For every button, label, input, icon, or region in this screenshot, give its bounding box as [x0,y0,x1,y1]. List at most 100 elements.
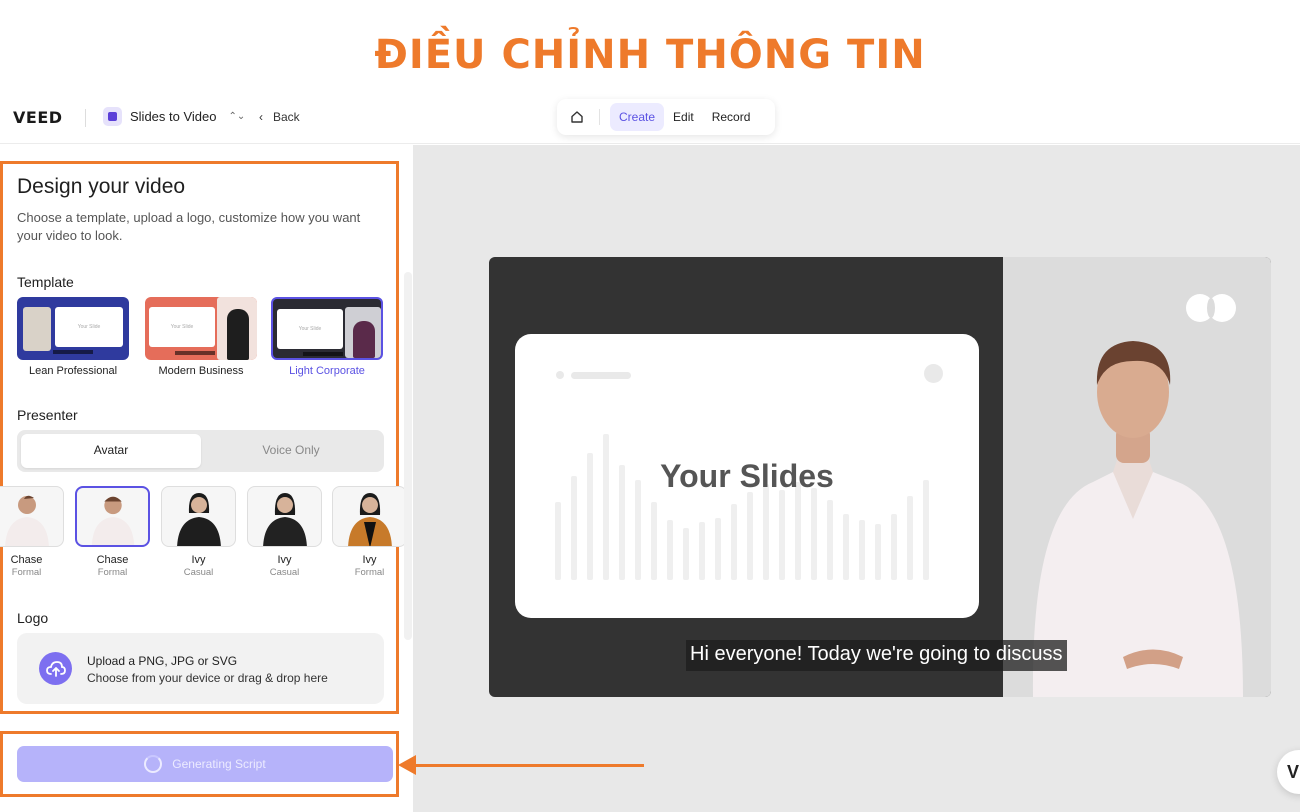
wave-bar [699,522,705,580]
wave-bar [827,500,833,580]
panel-description: Choose a template, upload a logo, custom… [17,210,361,243]
presenter-pane [1003,257,1271,697]
upload-title: Upload a PNG, JPG or SVG [87,654,238,668]
back-button[interactable]: ‹ Back [259,110,300,124]
chevron-updown-icon: ⌃⌄ [228,111,246,122]
wave-bar [763,484,769,580]
annotation-arrowhead [398,755,416,775]
presenter-avatar [263,493,307,546]
wave-bar [907,496,913,580]
slides-icon [103,107,122,126]
wave-bar [859,520,865,580]
veed-logo[interactable]: VEED [13,108,63,127]
cloud-upload-icon [39,652,72,685]
chevron-left-icon: ‹ [259,110,263,124]
mini-caption [53,350,93,354]
slide-dot [556,371,564,379]
wave-bar [747,492,753,580]
presenter-card[interactable] [75,486,150,547]
segment-avatar[interactable]: Avatar [21,443,201,457]
presenter-figure [227,309,249,360]
slide-bar [571,372,631,379]
subtitle-caption: Hi everyone! Today we're going to discus… [686,640,1067,671]
presenter-name: Ivy [277,554,292,566]
banner-title: ĐIỀU CHỈNH THÔNG TIN [374,32,926,78]
slide-title: Your Slides [660,458,834,494]
banner: ĐIỀU CHỈNH THÔNG TIN [0,0,1300,96]
home-icon[interactable] [561,103,593,131]
tab-create[interactable]: Create [610,103,665,131]
presenter-label: Presenter [17,407,78,423]
annotation-arrow [414,764,644,767]
presenter-avatar [177,493,221,546]
presenter-card[interactable] [0,486,64,547]
presenter-style: Formal [354,567,385,578]
presenter-avatar [348,493,392,546]
template-lean-professional[interactable]: Your Slide [17,297,129,360]
wave-bar [843,514,849,580]
template-light-corporate[interactable]: Your Slide [271,297,383,360]
mini-slide: Your Slide [55,307,123,347]
presenter-style: Formal [97,567,128,578]
template-label: Template [17,274,74,290]
presenter-avatar [91,496,135,545]
wave-bar [731,504,737,580]
wave-bar [555,502,561,580]
project-switcher[interactable]: Slides to Video ⌃⌄ [103,107,245,126]
mini-caption [175,351,215,355]
back-label: Back [273,110,300,124]
presenter-video [1032,341,1243,697]
segment-voice-only[interactable]: Voice Only [201,443,381,457]
divider [599,109,600,125]
presenter-style: Formal [11,567,42,578]
mini-slide: Your Slide [277,309,343,349]
wave-bar [683,528,689,580]
template-modern-business[interactable]: Your Slide [145,297,257,360]
tab-record[interactable]: Record [703,103,760,131]
wave-bar [715,518,721,580]
video-preview[interactable]: Your Slides Hi everyone! Today we're goi… [489,257,1271,697]
template-name: Light Corporate [289,365,365,377]
slide-circle [924,364,943,383]
project-name: Slides to Video [130,109,217,124]
wave-bar [635,480,641,580]
top-bar: VEED Slides to Video ⌃⌄ ‹ Back Create Ed… [0,96,1300,144]
presenter-card[interactable] [247,486,322,547]
presenter-card[interactable] [161,486,236,547]
mini-caption [303,352,343,356]
logo-label: Logo [17,610,49,626]
wave-bar [667,520,673,580]
presenter-name: Ivy [362,554,377,566]
presenter-mode-toggle: Avatar Voice Only [17,430,384,472]
template-name: Lean Professional [28,365,118,377]
panel-scrollbar[interactable] [404,272,412,640]
presenter-thumbnail [23,307,51,351]
presenter-avatar [5,495,49,546]
generate-script-button[interactable]: Generating Script [17,746,393,782]
tab-edit[interactable]: Edit [664,103,703,131]
brand-logo-icon [1186,294,1236,322]
template-name: Modern Business [158,365,244,377]
presenter-card[interactable] [332,486,407,547]
wave-bar [875,524,881,580]
wave-bar [779,490,785,580]
mode-switcher: Create Edit Record [557,99,775,135]
presenter-style: Casual [269,567,300,578]
presenter-name: Chase [96,554,129,566]
presenter-name: Chase [10,554,43,566]
generate-label: Generating Script [172,757,266,771]
slide-waveform [555,430,939,580]
logo-upload-dropzone[interactable]: Upload a PNG, JPG or SVG Choose from you… [17,633,384,704]
wave-bar [603,434,609,580]
slide-card: Your Slides [515,334,979,618]
spinner-icon [144,755,163,773]
veed-v-icon: V [1287,761,1300,782]
panel-title: Design your video [17,175,186,198]
wave-bar [795,482,801,580]
mini-slide: Your Slide [149,307,215,347]
wave-bar [651,502,657,580]
upload-hint: Choose from your device or drag & drop h… [87,671,328,685]
presenter-style: Casual [183,567,214,578]
wave-bar [923,480,929,580]
presenter-name: Ivy [191,554,206,566]
